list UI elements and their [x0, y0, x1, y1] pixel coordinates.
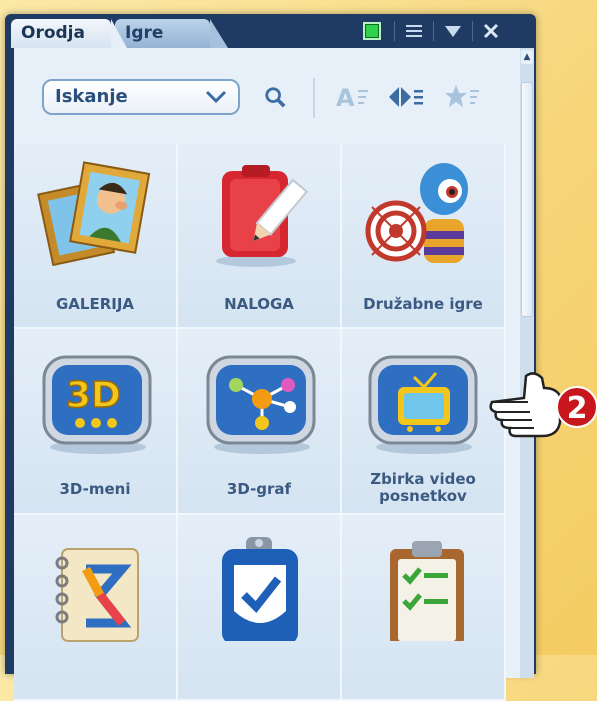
- video-tv-icon: [368, 355, 478, 454]
- sigma-notebook-icon: [55, 548, 139, 642]
- triangle-down-icon: [445, 26, 461, 37]
- titlebar-divider: [394, 21, 395, 41]
- tool-tile-checklist[interactable]: [342, 515, 506, 701]
- sort-favorites-icon[interactable]: [444, 84, 484, 110]
- tool-tile-zbirka-video[interactable]: Zbirka video posnetkov: [342, 329, 506, 515]
- svg-text:3D: 3D: [66, 375, 121, 416]
- close-button[interactable]: [480, 20, 502, 42]
- callout-pointer: 2: [489, 372, 597, 438]
- close-icon: [483, 23, 499, 39]
- tab-orodja[interactable]: Orodja: [11, 19, 127, 48]
- vertical-scrollbar[interactable]: ▲: [520, 48, 534, 678]
- tool-label: NALOGA: [224, 295, 294, 313]
- green-square-button[interactable]: [361, 20, 383, 42]
- chevron-down-icon: [205, 90, 227, 104]
- panel-titlebar: Igre Orodja: [5, 14, 536, 48]
- tool-label-line: Zbirka video: [370, 470, 476, 488]
- checklist-clipboard-icon: [390, 541, 464, 641]
- tool-tile-sigma[interactable]: [14, 515, 178, 701]
- tool-tile-3d-meni[interactable]: 3D 3D-meni: [14, 329, 178, 515]
- collapse-button[interactable]: [442, 20, 464, 42]
- social-games-target-icon: [365, 163, 468, 263]
- panel-content: Iskanje A GALERIJA NALOGA Družabne igre …: [14, 48, 520, 701]
- svg-text:A: A: [336, 84, 355, 110]
- 3d-graph-icon: [206, 355, 316, 454]
- hamburger-icon: [406, 25, 422, 37]
- tab-orodja-label: Orodja: [21, 23, 85, 43]
- tool-tile-checkmark[interactable]: [178, 515, 342, 701]
- titlebar-divider: [433, 21, 434, 41]
- pointing-hand-icon: [489, 372, 562, 438]
- tool-label: Družabne igre: [363, 295, 483, 313]
- toolbar-divider: [313, 78, 315, 118]
- scroll-thumb[interactable]: [521, 82, 533, 317]
- tool-label: 3D-graf: [226, 480, 292, 498]
- tool-label: 3D-meni: [59, 480, 131, 498]
- search-dropdown[interactable]: Iskanje: [42, 79, 240, 115]
- menu-button[interactable]: [403, 20, 425, 42]
- tools-panel: Igre Orodja Iskanje A GALERIJA NALOGA Dr…: [5, 14, 536, 701]
- panel-toolbar: Iskanje A: [14, 48, 520, 143]
- titlebar-divider: [472, 21, 473, 41]
- sort-toggle-icon[interactable]: [387, 84, 427, 110]
- search-dropdown-label: Iskanje: [55, 86, 128, 107]
- checkmark-shield-icon: [222, 537, 298, 641]
- scroll-up-button[interactable]: ▲: [521, 50, 533, 64]
- callout-number: 2: [567, 391, 588, 426]
- search-icon[interactable]: [264, 86, 286, 108]
- 3d-menu-icon: 3D: [42, 355, 152, 454]
- gallery-portrait-icon: [37, 161, 151, 267]
- tab-igre-label: Igre: [125, 23, 164, 43]
- task-pencil-icon: [216, 165, 309, 267]
- green-square-icon: [365, 24, 379, 38]
- tool-label: GALERIJA: [55, 295, 135, 313]
- tool-tile-galerija[interactable]: GALERIJA: [14, 143, 178, 329]
- tool-tile-druzabne-igre[interactable]: Družabne igre: [342, 143, 506, 329]
- tool-tile-naloga[interactable]: NALOGA: [178, 143, 342, 329]
- sort-alpha-icon[interactable]: A: [336, 84, 376, 110]
- tool-tile-3d-graf[interactable]: 3D-graf: [178, 329, 342, 515]
- tab-igre[interactable]: Igre: [115, 19, 228, 48]
- tool-label: Zbirka video posnetkov: [342, 471, 504, 505]
- tool-label-line: posnetkov: [379, 487, 467, 505]
